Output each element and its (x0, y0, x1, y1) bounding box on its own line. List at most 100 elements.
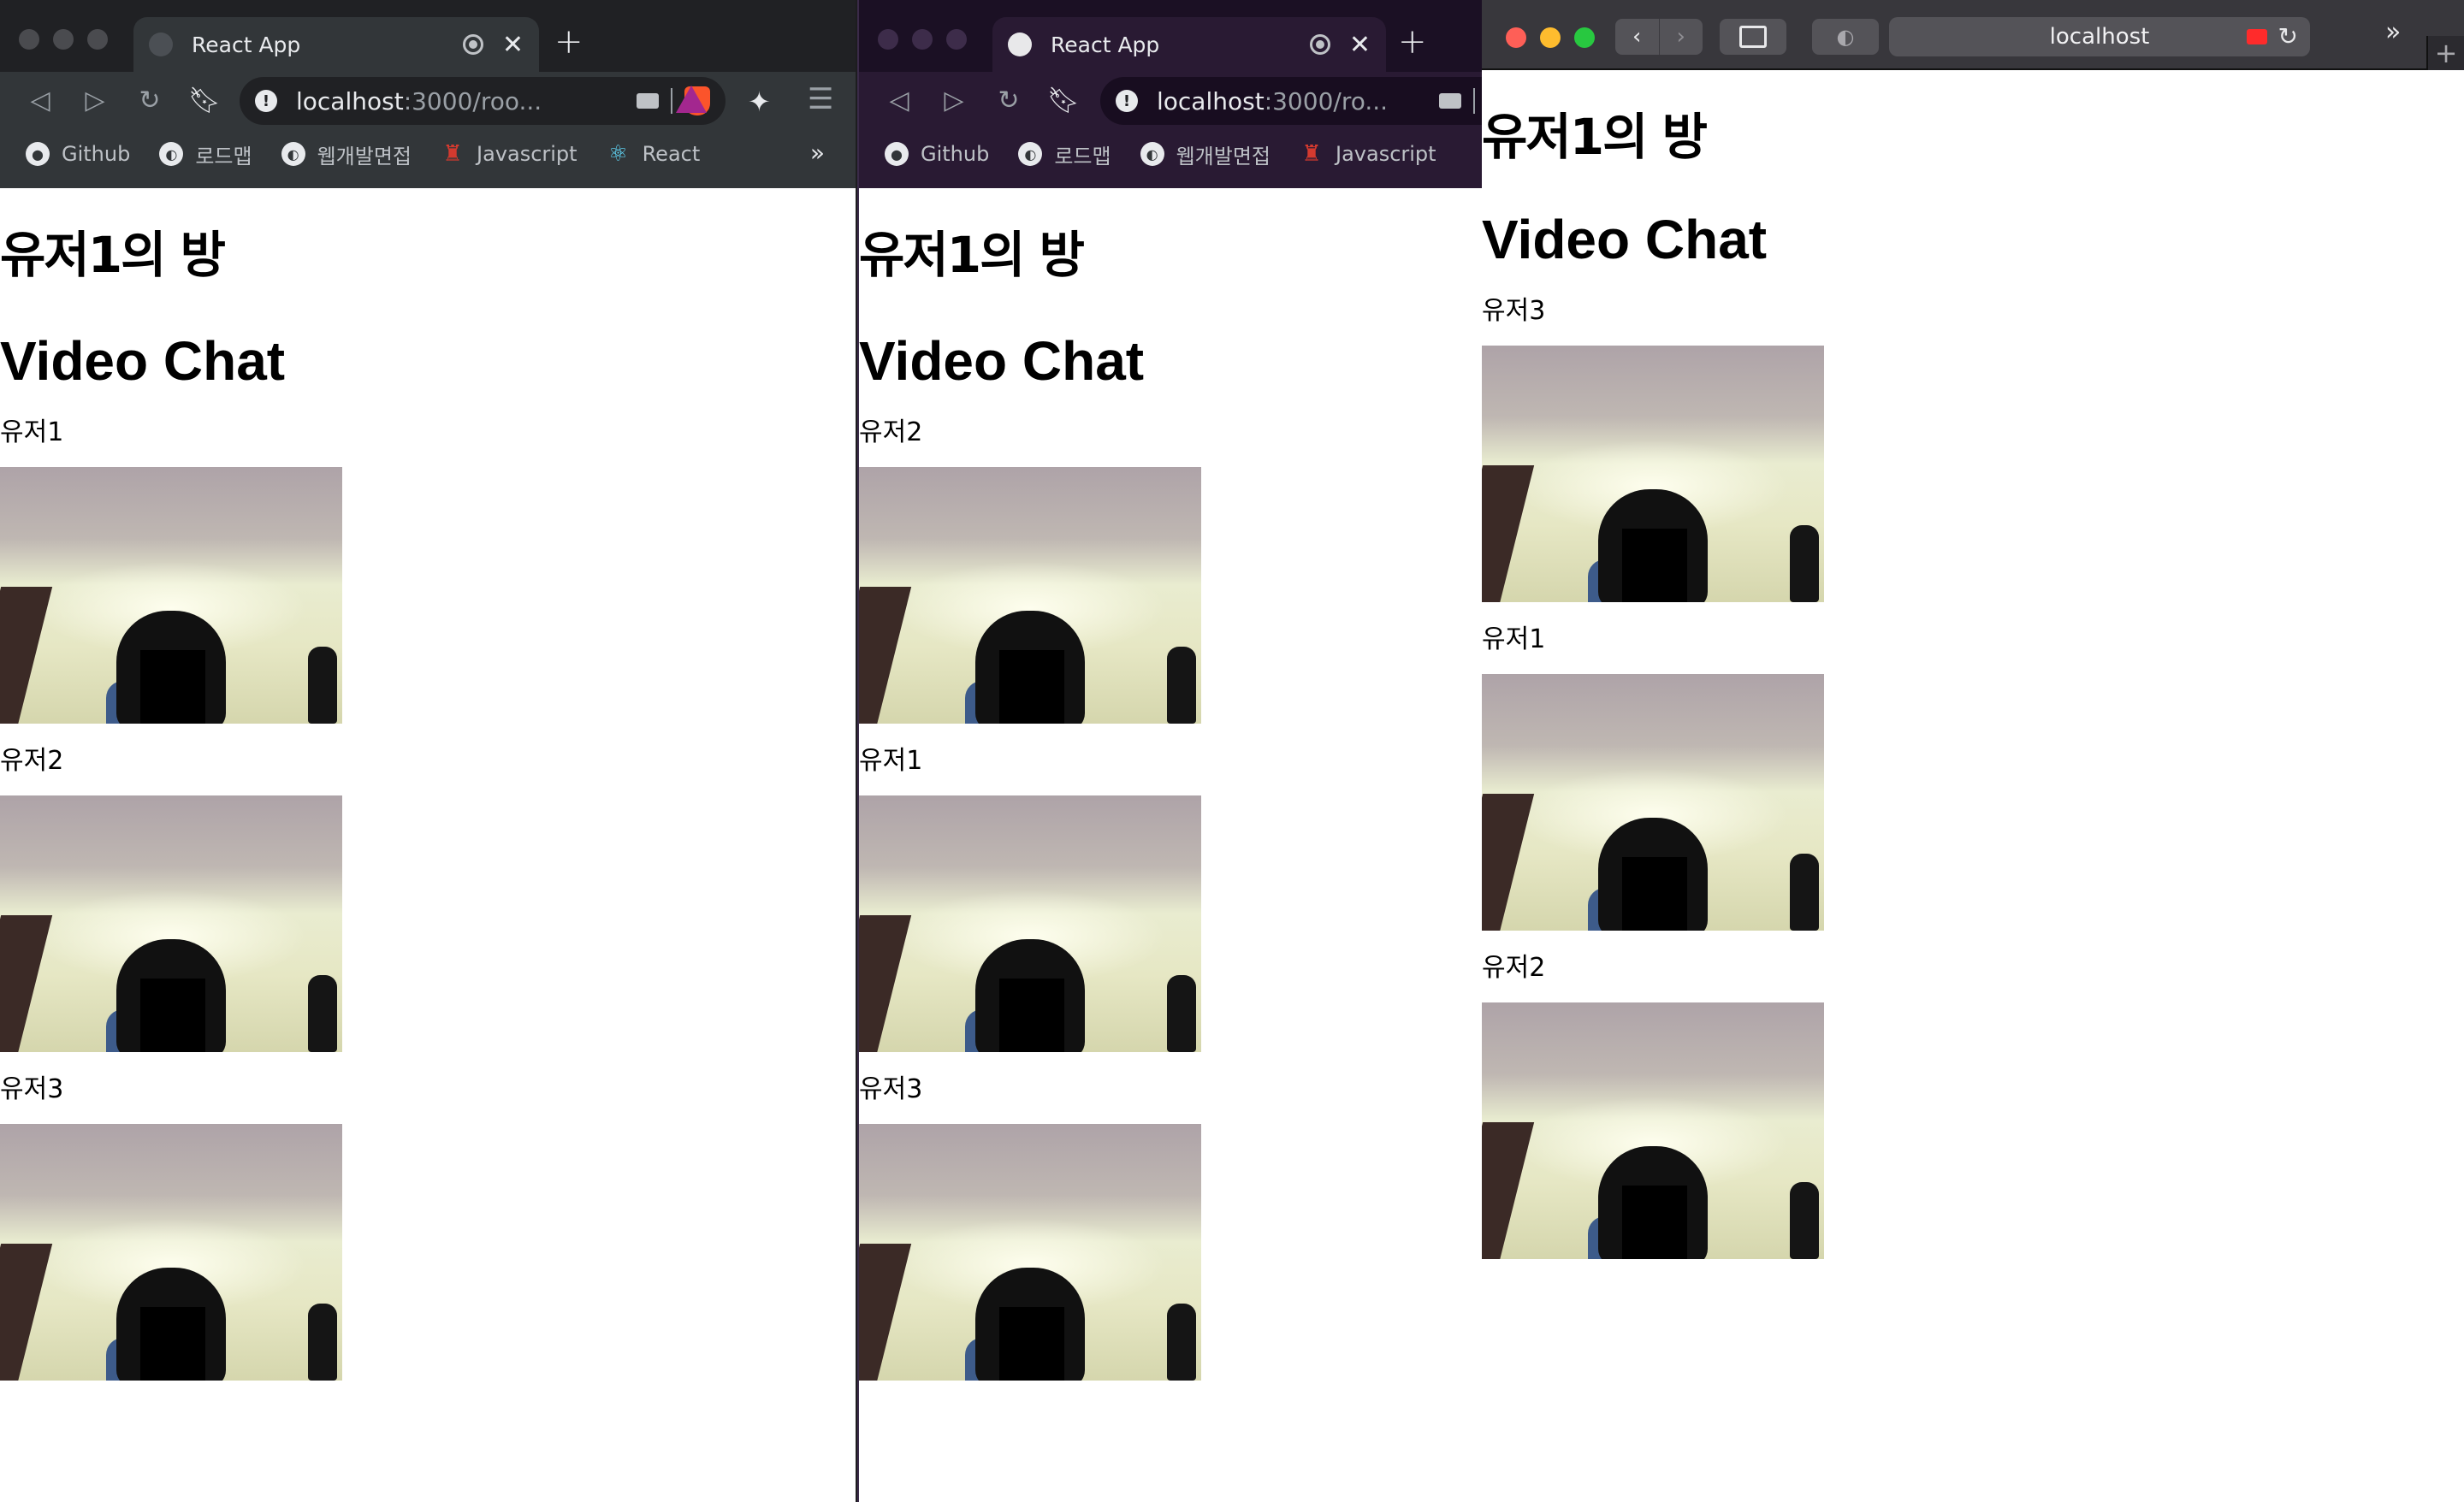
room-title: 유저1의 방 (859, 226, 1085, 284)
browser-chrome: React App ✕ + ◁ ▷ ↻ 🔖︎ ! localhost:3000/… (0, 0, 856, 188)
video-feed[interactable] (859, 467, 1201, 724)
close-tab-icon[interactable]: ✕ (502, 30, 524, 60)
zoom-window-button[interactable] (1574, 27, 1595, 48)
reload-icon[interactable]: ↻ (994, 86, 1023, 115)
bookmark-icon[interactable]: 🔖︎ (1047, 86, 1080, 115)
new-tab-button[interactable]: + (1398, 22, 1427, 62)
user-label: 유저1 (0, 417, 64, 447)
user-label: 유저3 (0, 1074, 64, 1104)
globe-icon: ◐ (159, 142, 184, 166)
camera-icon[interactable] (637, 93, 659, 109)
bookmark-github[interactable]: ● Github (885, 142, 989, 166)
video-feed[interactable] (1482, 346, 1824, 602)
globe-icon: ◐ (1018, 142, 1043, 166)
page-heading: Video Chat (0, 330, 286, 392)
close-window-button[interactable] (1506, 27, 1526, 48)
url-text[interactable]: localhost (2050, 24, 2150, 50)
new-tab-button[interactable]: + (554, 22, 583, 62)
user-label: 유저2 (859, 417, 923, 447)
back-arrow-icon[interactable]: ‹ (1615, 19, 1659, 55)
tower-icon: ♜ (1301, 141, 1322, 167)
github-icon: ● (885, 142, 909, 166)
video-feed[interactable] (859, 795, 1201, 1052)
video-feed[interactable] (1482, 674, 1824, 931)
puzzle-icon[interactable]: ✦ (748, 86, 771, 118)
recording-icon (1309, 34, 1330, 55)
bookmark-react[interactable]: ⚛ React (607, 141, 700, 167)
user-label: 유저1 (1482, 624, 1546, 654)
recording-icon (462, 34, 483, 55)
url-text[interactable]: localhost:3000/ro... (1157, 87, 1427, 115)
user-label: 유저3 (1482, 296, 1546, 326)
page-heading: Video Chat (859, 330, 1145, 392)
video-feed[interactable] (0, 1124, 342, 1381)
forward-arrow-icon[interactable]: ▷ (939, 86, 968, 115)
toolbar: ◁ ▷ ↻ 🔖︎ ! localhost:3000/roo... ✦ ☰ (0, 72, 856, 128)
tab-strip: React App ✕ + (0, 0, 856, 72)
room-title: 유저1의 방 (0, 226, 226, 284)
browser-window-3: ‹ › ◐ localhost ↻ » + 유저1의 방 Video Chat … (1482, 0, 2464, 1502)
page-content: 유저1의 방 Video Chat 유저1 유저2 유저3 (0, 188, 856, 1381)
browser-window-1: React App ✕ + ◁ ▷ ↻ 🔖︎ ! localhost:3000/… (0, 0, 856, 1502)
camera-icon[interactable] (1439, 93, 1461, 109)
close-tab-icon[interactable]: ✕ (1349, 30, 1371, 60)
forward-arrow-icon[interactable]: ▷ (80, 86, 110, 115)
globe-icon (149, 33, 173, 56)
bookmark-icon[interactable]: 🔖︎ (188, 86, 221, 115)
info-icon[interactable]: ! (1116, 90, 1138, 112)
window-controls[interactable] (19, 29, 108, 50)
page-heading: Video Chat (1482, 209, 1768, 270)
page-content: 유저1의 방 Video Chat 유저2 유저1 유저3 (859, 188, 1482, 1381)
video-feed[interactable] (0, 467, 342, 724)
bookmark-roadmap[interactable]: ◐ 로드맵 (1018, 139, 1111, 169)
reload-icon[interactable]: ↻ (135, 86, 164, 115)
back-arrow-icon[interactable]: ◁ (885, 86, 914, 115)
video-feed[interactable] (0, 795, 342, 1052)
tab-strip: React App ✕ + (859, 0, 1482, 72)
back-arrow-icon[interactable]: ◁ (26, 86, 55, 115)
room-title: 유저1의 방 (1482, 108, 1708, 166)
window-controls (1506, 27, 1595, 48)
address-bar[interactable]: localhost ↻ (1889, 17, 2310, 56)
bookmark-interview[interactable]: ◐ 웹개발면접 (281, 139, 412, 169)
camera-icon[interactable] (2247, 29, 2267, 44)
globe-icon: ◐ (1140, 142, 1164, 166)
browser-chrome: React App ✕ + ◁ ▷ ↻ 🔖︎ ! localhost:3000/… (859, 0, 1482, 188)
address-bar[interactable]: ! localhost:3000/ro... (1100, 77, 1482, 125)
reload-icon[interactable]: ↻ (2278, 22, 2298, 50)
address-bar[interactable]: ! localhost:3000/roo... (240, 77, 726, 125)
browser-chrome: ‹ › ◐ localhost ↻ » + (1482, 0, 2464, 70)
sidebar-toggle-button[interactable] (1720, 19, 1786, 55)
github-icon: ● (26, 142, 50, 166)
toolbar: ◁ ▷ ↻ 🔖︎ ! localhost:3000/ro... (859, 72, 1482, 128)
window-controls[interactable] (878, 29, 967, 50)
bookmark-roadmap[interactable]: ◐ 로드맵 (159, 139, 252, 169)
globe-icon (1008, 33, 1032, 56)
video-feed[interactable] (1482, 1002, 1824, 1259)
navigation-buttons: ‹ › (1615, 19, 1703, 55)
info-icon[interactable]: ! (255, 90, 277, 112)
user-label: 유저2 (1482, 953, 1546, 983)
privacy-shield-icon[interactable]: ◐ (1812, 19, 1879, 55)
tab-title: React App (192, 32, 301, 57)
brave-rewards-icon[interactable] (676, 86, 707, 113)
divider (671, 88, 672, 114)
bookmark-javascript[interactable]: ♜ Javascript (441, 141, 577, 167)
tab-react-app[interactable]: React App ✕ (992, 17, 1386, 72)
tab-react-app[interactable]: React App ✕ (133, 17, 539, 72)
tab-title: React App (1051, 32, 1160, 57)
react-icon: ⚛ (607, 141, 629, 167)
new-tab-button[interactable]: + (2426, 36, 2464, 70)
bookmark-interview[interactable]: ◐ 웹개발면접 (1140, 139, 1270, 169)
more-toolbar-icon[interactable]: » (2385, 17, 2401, 47)
bookmark-github[interactable]: ● Github (26, 142, 130, 166)
bookmark-javascript[interactable]: ♜ Javascript (1300, 141, 1436, 167)
video-feed[interactable] (859, 1124, 1201, 1381)
menu-icon[interactable]: ☰ (808, 82, 833, 116)
minimize-window-button[interactable] (1540, 27, 1561, 48)
divider (1473, 88, 1475, 114)
forward-arrow-icon[interactable]: › (1658, 19, 1703, 55)
globe-icon: ◐ (281, 142, 305, 166)
more-bookmarks-icon[interactable]: » (810, 139, 825, 167)
url-text[interactable]: localhost:3000/roo... (296, 87, 625, 115)
